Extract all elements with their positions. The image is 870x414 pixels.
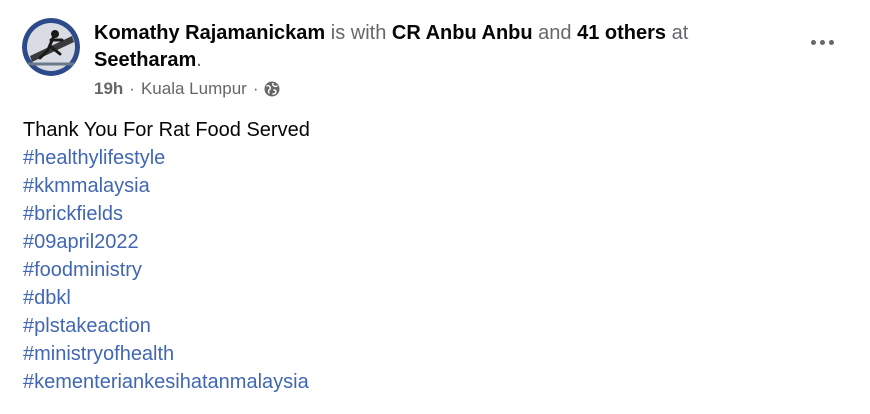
post-title-line: Komathy Rajamanickam is with CR Anbu Anb… — [94, 20, 774, 74]
at-text: at — [671, 22, 689, 44]
separator: · — [252, 79, 259, 98]
place-link[interactable]: Seetharam — [94, 49, 196, 71]
post-time[interactable]: 19h — [94, 79, 123, 99]
and-text: and — [538, 22, 572, 44]
post-location[interactable]: Kuala Lumpur — [141, 79, 247, 99]
tagged-person-link[interactable]: CR Anbu Anbu — [392, 22, 533, 44]
hashtag-link[interactable]: #plstakeaction — [23, 312, 310, 340]
separator: · — [129, 79, 135, 98]
others-link[interactable]: 41 others — [577, 22, 666, 44]
globe-icon[interactable] — [264, 81, 280, 97]
hashtag-link[interactable]: #kkmmalaysia — [23, 172, 310, 200]
hashtag-link[interactable]: #dbkl — [23, 284, 310, 312]
dot-1 — [810, 39, 816, 45]
dot-2 — [819, 39, 825, 45]
dot-3 — [828, 39, 834, 45]
hashtag-link[interactable]: #foodministry — [23, 256, 310, 284]
hashtag-link[interactable]: #brickfields — [23, 200, 310, 228]
title-period: . — [196, 49, 202, 71]
post-header: Komathy Rajamanickam is with CR Anbu Anb… — [22, 18, 822, 99]
post-message: Thank You For Rat Food Served — [23, 119, 310, 141]
avatar[interactable] — [22, 18, 80, 76]
hashtag-link[interactable]: #09april2022 — [23, 228, 310, 256]
post-subline: 19h · Kuala Lumpur · — [94, 79, 774, 99]
post-card: Komathy Rajamanickam is with CR Anbu Anb… — [0, 0, 870, 414]
with-text: is with — [330, 22, 387, 44]
more-options-icon[interactable] — [804, 30, 840, 54]
post-meta: Komathy Rajamanickam is with CR Anbu Anb… — [94, 18, 774, 99]
hashtag-link[interactable]: #healthylifestyle — [23, 144, 310, 172]
author-name[interactable]: Komathy Rajamanickam — [94, 22, 325, 44]
hashtag-link[interactable]: #kementeriankesihatanmalaysia — [23, 368, 310, 396]
post-body: Thank You For Rat Food Served #healthyli… — [23, 116, 310, 396]
hashtag-link[interactable]: #ministryofhealth — [23, 340, 310, 368]
